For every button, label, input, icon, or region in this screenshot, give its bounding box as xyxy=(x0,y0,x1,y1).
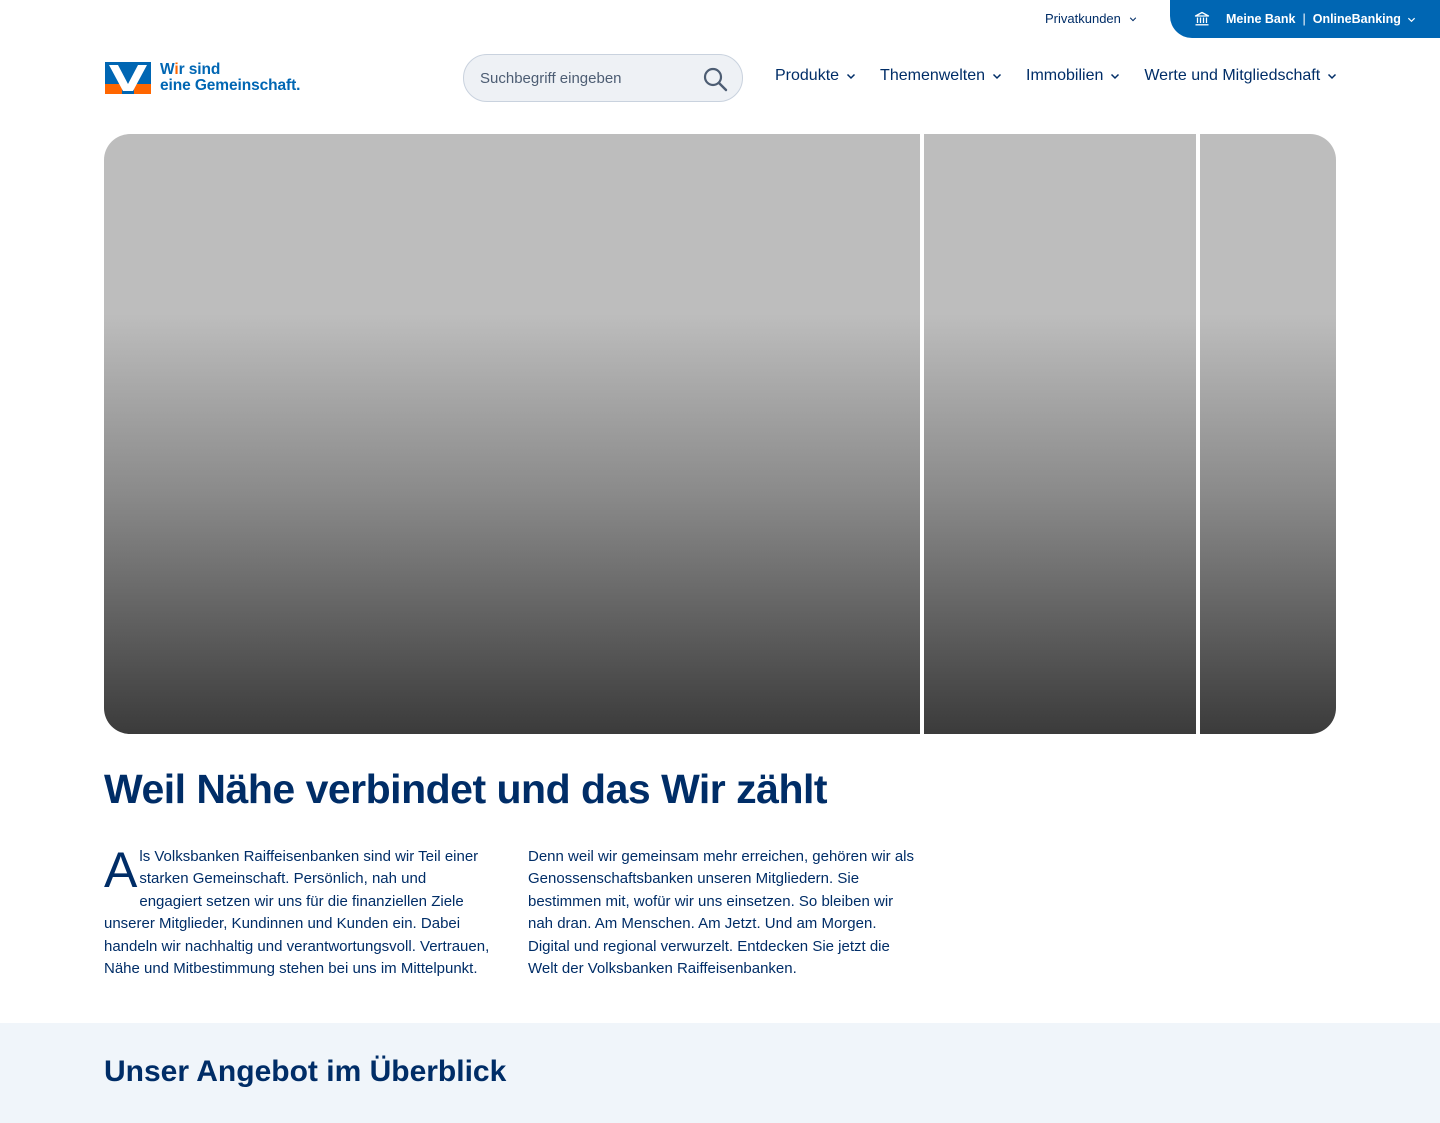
hero-teaser-panel[interactable] xyxy=(1200,134,1336,734)
nav-item-produkte[interactable]: Produkte xyxy=(775,67,856,85)
logo-line-2: eine Gemeinschaft. xyxy=(160,77,301,94)
intro-body: ls Volksbanken Raiffeisenbanken sind wir… xyxy=(104,848,914,978)
nav-item-label: Immobilien xyxy=(1026,67,1104,84)
logo-wordmark: Wir sind eine Gemeinschaft. xyxy=(160,62,300,94)
customer-segment-label: Privatkunden xyxy=(1045,11,1121,26)
offer-heading: Unser Angebot im Überblick xyxy=(104,1055,507,1088)
nav-item-themenwelten[interactable]: Themenwelten xyxy=(880,67,1002,85)
search-box xyxy=(463,54,743,102)
chevron-down-icon xyxy=(992,73,1002,80)
top-utility-bar: Privatkunden Meine Bank | OnlineBanking xyxy=(0,0,1440,38)
chevron-down-icon xyxy=(1111,73,1120,80)
vr-logo-icon xyxy=(105,62,151,94)
onlinebanking-label: OnlineBanking xyxy=(1312,12,1401,26)
site-logo[interactable]: Wir sind eine Gemeinschaft. xyxy=(105,62,300,94)
offer-overview-section: Unser Angebot im Überblick xyxy=(0,1023,1440,1123)
main-navigation: Produkte Themenwelten Immobilien Werte u… xyxy=(775,67,1337,85)
hero-teaser-panel[interactable] xyxy=(924,134,1196,734)
nav-item-label: Themenwelten xyxy=(880,67,985,84)
chevron-down-icon xyxy=(1129,16,1137,21)
chevron-down-icon xyxy=(1407,17,1416,23)
nav-item-label: Werte und Mitgliedschaft xyxy=(1144,67,1321,84)
hero-teaser-panel[interactable] xyxy=(104,134,920,734)
chevron-down-icon xyxy=(1328,73,1337,80)
bank-building-icon xyxy=(1194,11,1210,26)
customer-segment-dropdown[interactable]: Privatkunden xyxy=(1045,11,1137,26)
intro-text: Als Volksbanken Raiffeisenbanken sind wi… xyxy=(104,842,914,1002)
separator: | xyxy=(1302,12,1306,26)
intro-heading: Weil Nähe verbindet und das Wir zählt xyxy=(104,766,828,812)
nav-item-werte-und-mitgliedschaft[interactable]: Werte und Mitgliedschaft xyxy=(1144,67,1337,85)
hero-teaser-carousel xyxy=(104,134,1336,734)
nav-item-immobilien[interactable]: Immobilien xyxy=(1026,67,1120,85)
logo-line-1: Wir sind xyxy=(160,61,221,78)
chevron-down-icon xyxy=(847,73,856,80)
my-bank-label: Meine Bank xyxy=(1226,12,1296,26)
search-icon[interactable] xyxy=(702,66,728,92)
drop-cap: A xyxy=(104,842,138,898)
onlinebanking-dropdown[interactable]: Meine Bank | OnlineBanking xyxy=(1170,0,1440,38)
search-input[interactable] xyxy=(480,69,680,87)
nav-item-label: Produkte xyxy=(775,67,840,84)
